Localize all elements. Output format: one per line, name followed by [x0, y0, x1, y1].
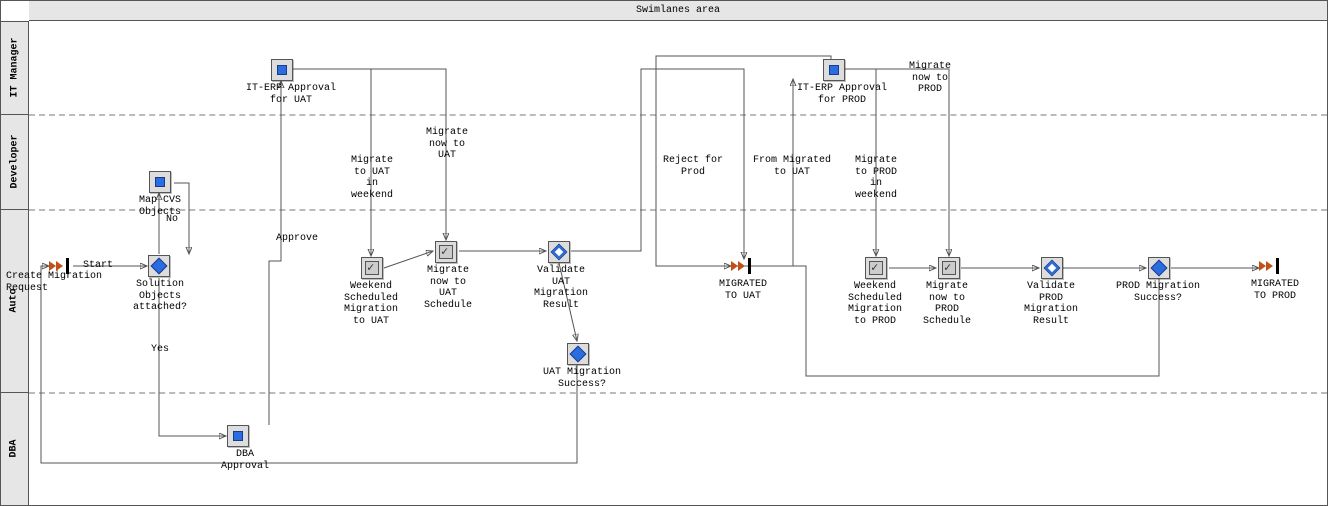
milestone-migrated-uat[interactable] [731, 258, 751, 274]
lane-text: IT Manager [9, 37, 20, 97]
label-validate-uat: Validate UAT Migration Result [534, 265, 588, 311]
lane-text: DBA [9, 439, 20, 457]
label-migrate-now-uat: Migrate now to UAT [426, 127, 468, 162]
label-migrate-uat-schedule: Migrate now to UAT Schedule [424, 265, 472, 311]
title-bar: Swimlanes area [29, 1, 1327, 21]
label-migrate-prod-schedule: Migrate now to PROD Schedule [923, 281, 971, 327]
label-migrated-uat: MIGRATED TO UAT [719, 279, 767, 302]
lane-text: Developer [9, 134, 20, 188]
label-validate-prod: Validate PROD Migration Result [1024, 281, 1078, 327]
label-migrated-prod: MIGRATED TO PROD [1251, 279, 1299, 302]
diagram-title: Swimlanes area [636, 5, 720, 16]
task-iterp-approval-uat[interactable] [271, 59, 293, 81]
label-uat-success: UAT Migration Success? [543, 367, 621, 390]
task-migrate-now-prod-schedule[interactable] [938, 257, 960, 279]
task-migrate-now-uat-schedule[interactable] [435, 241, 457, 263]
gateway-solution-objects[interactable] [148, 255, 170, 277]
task-map-cvs-objects[interactable] [149, 171, 171, 193]
label-migrate-prod-weekend: Migrate to PROD in weekend [855, 155, 897, 201]
lane-label-dba: DBA [1, 392, 29, 505]
label-migrate-uat-weekend: Migrate to UAT in weekend [351, 155, 393, 201]
label-solution-objects: Solution Objects attached? [133, 279, 187, 314]
lane-label-developer: Developer [1, 114, 29, 209]
task-weekend-sched-uat[interactable] [361, 257, 383, 279]
edges [1, 1, 1328, 506]
label-prod-success: PROD Migration Success? [1116, 281, 1200, 304]
label-from-migrated-uat: From Migrated to UAT [753, 155, 831, 178]
label-dba-approval: DBA Approval [221, 449, 269, 472]
task-weekend-sched-prod[interactable] [865, 257, 887, 279]
label-weekend-sched-prod: Weekend Scheduled Migration to PROD [848, 281, 902, 327]
task-iterp-approval-prod[interactable] [823, 59, 845, 81]
task-dba-approval[interactable] [227, 425, 249, 447]
label-weekend-sched-uat: Weekend Scheduled Migration to UAT [344, 281, 398, 327]
label-reject-prod: Reject for Prod [663, 155, 723, 178]
label-yes: Yes [151, 344, 169, 356]
label-iterp-uat: IT-ERP Approval for UAT [246, 83, 336, 106]
label-start: Start [83, 260, 113, 272]
end-event-migrated-prod[interactable] [1259, 258, 1279, 274]
label-approve: Approve [276, 233, 318, 245]
swimlane-diagram: Swimlanes area IT Manager Developer Auto… [0, 0, 1328, 506]
lane-label-it-manager: IT Manager [1, 21, 29, 114]
label-no: No [166, 214, 178, 226]
gateway-uat-success[interactable] [567, 343, 589, 365]
task-validate-prod[interactable] [1041, 257, 1063, 279]
lane-label-auto: Auto [1, 209, 29, 392]
label-iterp-prod: IT-ERP Approval for PROD [797, 83, 887, 106]
gateway-prod-success[interactable] [1148, 257, 1170, 279]
label-create-migration-request: Create Migration Request [6, 271, 102, 294]
label-migrate-now-prod: Migrate now to PROD [909, 61, 951, 96]
task-validate-uat[interactable] [548, 241, 570, 263]
